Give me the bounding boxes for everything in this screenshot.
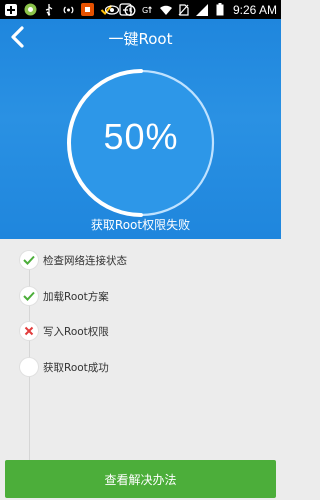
check-icon	[20, 251, 38, 269]
root-status-text: 获取Root权限失败	[90, 218, 191, 232]
check-icon	[20, 287, 38, 305]
list-item: 加载Root方案	[20, 286, 260, 306]
signal-icon	[195, 3, 209, 17]
root-screen: G 9:26 AM 一键Root 50% 获取Root权限失败 检查网络连接状态…	[0, 0, 281, 500]
step-label: 写入Root权限	[43, 325, 109, 338]
network-icon: G	[141, 3, 155, 17]
page-title: 一键Root	[108, 30, 173, 48]
progress-ring: 50%	[66, 68, 216, 218]
step-list: 检查网络连接状态 加载Root方案 写入Root权限 获取Root成功	[0, 239, 281, 487]
list-item: 写入Root权限	[20, 321, 260, 341]
alarm-clock-icon	[123, 3, 137, 17]
status-time: 9:26 AM	[232, 2, 277, 17]
status-bar: G 9:26 AM	[0, 0, 281, 19]
step-label: 获取Root成功	[43, 361, 109, 374]
wifi-hotspot-icon	[61, 3, 75, 17]
step-label: 检查网络连接状态	[43, 254, 127, 267]
view-solution-button[interactable]: 查看解决办法	[5, 460, 276, 498]
eye-icon	[104, 3, 119, 17]
no-sim-icon	[177, 3, 191, 17]
error-icon	[20, 322, 38, 340]
step-label: 加载Root方案	[43, 290, 109, 303]
add-icon	[4, 3, 18, 17]
pending-icon	[20, 358, 38, 376]
app-icon	[23, 3, 37, 17]
svg-text:G: G	[142, 6, 148, 15]
usb-icon	[42, 3, 56, 17]
app-store-icon	[80, 3, 94, 17]
header: 一键Root 50% 获取Root权限失败	[0, 19, 281, 239]
list-item: 检查网络连接状态	[20, 250, 260, 270]
list-item: 获取Root成功	[20, 357, 260, 377]
status-bar-right-icons: G 9:26 AM	[104, 2, 277, 17]
battery-icon	[213, 3, 227, 17]
progress-percent: 50%	[103, 116, 179, 157]
wifi-icon	[159, 3, 173, 17]
